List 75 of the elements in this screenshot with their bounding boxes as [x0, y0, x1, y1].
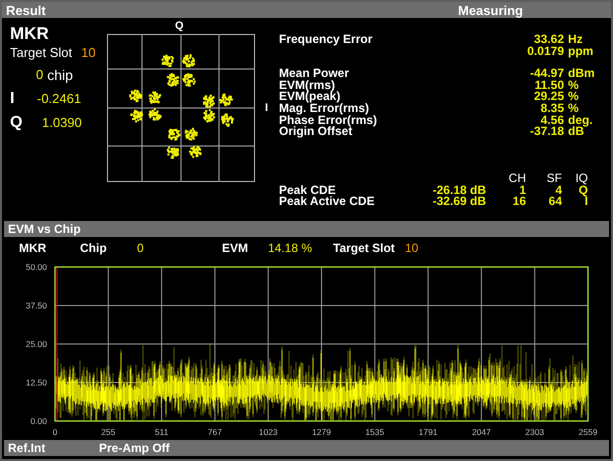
label: EVM: [222, 240, 250, 257]
cde-iq: Q: [578, 184, 588, 196]
x-axis-tick-label: 511: [154, 427, 168, 437]
target-slot-value: 10: [405, 240, 418, 257]
chip-value: 0: [137, 240, 145, 257]
y-axis-tick-label: 50.00: [26, 262, 47, 272]
target-slot-value: 10: [81, 44, 96, 62]
measurement-label: Mag. Error(rms): [279, 102, 370, 115]
cde-channel: 1: [519, 184, 526, 196]
column-header: IQ: [574, 173, 588, 185]
measurement-unit: %: [567, 80, 580, 92]
i-value: -0.2461: [37, 90, 82, 108]
cde-value: -32.69 dB: [432, 196, 486, 208]
axis-label: I: [265, 100, 268, 116]
measurement-unit: dBm: [567, 68, 596, 80]
x-axis-tick-label: 1279: [312, 427, 331, 437]
measurement-label: Phase Error(rms): [279, 114, 378, 126]
q-value: 1.0390: [42, 114, 82, 132]
chip-value: 0: [36, 66, 44, 84]
x-axis-tick-label: 2559: [578, 427, 598, 437]
x-axis-tick-label: 767: [208, 427, 222, 437]
measurement-value: 11.50: [534, 80, 564, 92]
x-axis-tick-label: 1023: [258, 427, 278, 437]
marker-title: MKR: [10, 23, 50, 43]
measurement-label: EVM(peak): [279, 91, 340, 103]
panel-title: EVM vs Chip: [8, 223, 81, 235]
label: I: [10, 89, 16, 109]
measurement-label: Origin Offset: [279, 126, 352, 138]
measurement-unit: dB: [567, 126, 584, 138]
y-axis-tick-label: 25.00: [26, 339, 47, 349]
measurement-unit: deg.: [567, 114, 594, 126]
label: chip: [47, 66, 73, 85]
axis-label: Q: [175, 19, 184, 34]
measurement-unit: Hz: [567, 34, 584, 46]
panel-title: Result: [6, 4, 46, 16]
cde-spreading-factor: 4: [555, 184, 562, 196]
x-axis-tick-label: 0: [52, 427, 58, 437]
x-axis-tick-label: 1535: [365, 427, 384, 437]
measurement-value: 29.25: [534, 91, 564, 103]
evm-value: 14.18 %: [268, 240, 314, 257]
cde-label: Peak CDE: [279, 184, 336, 196]
column-header: SF: [546, 173, 562, 185]
measurement-unit: ppm: [567, 46, 594, 58]
cde-value: -26.18 dB: [432, 184, 486, 196]
status-text: Ref.Int: [8, 442, 46, 454]
x-axis-tick-label: 1791: [418, 427, 438, 437]
measurement-value: -44.97: [530, 68, 564, 80]
y-axis-tick-label: 0.00: [30, 416, 47, 426]
label: MKR: [19, 240, 48, 257]
status-text: Pre-Amp Off: [99, 442, 170, 454]
measurement-label: EVM(rms): [279, 80, 336, 92]
measurement-unit: %: [567, 102, 580, 115]
x-axis-tick-label: 2303: [525, 427, 544, 437]
cde-iq: I: [584, 196, 588, 208]
measurement-value: 0.0179: [527, 46, 564, 58]
x-axis-tick-label: 2047: [472, 427, 491, 437]
x-axis-tick-label: 255: [101, 427, 116, 437]
y-axis-tick-label: 37.50: [26, 300, 47, 310]
measurement-value: 8.35: [540, 102, 564, 115]
cde-channel: 16: [512, 196, 526, 208]
measurement-status: Measuring: [458, 4, 523, 16]
column-header: CH: [508, 173, 526, 185]
cde-label: Peak Active CDE: [279, 196, 376, 208]
measurement-value: 33.62: [534, 34, 564, 46]
measurement-label: Mean Power: [279, 68, 350, 80]
label: Target Slot: [333, 240, 396, 257]
measurement-value: 4.56: [540, 114, 564, 126]
cde-spreading-factor: 64: [548, 196, 562, 208]
y-axis-tick-label: 12.50: [26, 378, 47, 388]
label: Chip: [80, 240, 108, 257]
label: Target Slot: [10, 44, 72, 62]
label: Q: [10, 113, 24, 133]
measurement-value: -37.18: [530, 126, 564, 138]
measurement-unit: %: [567, 91, 580, 103]
measurement-label: Frequency Error: [279, 34, 374, 46]
